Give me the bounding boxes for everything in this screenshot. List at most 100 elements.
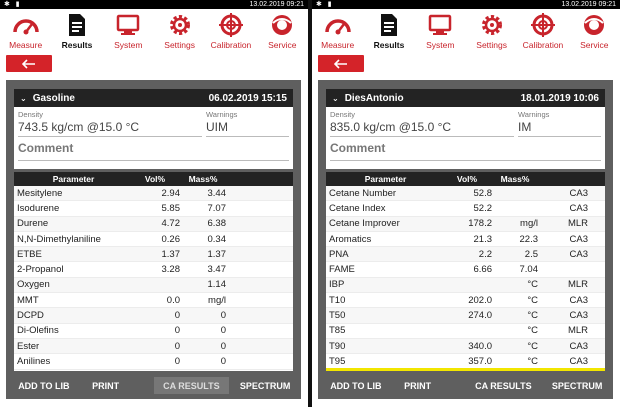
- sample-header[interactable]: ⌄ DiesAntonio 18.01.2019 10:06: [326, 89, 605, 107]
- nav-service[interactable]: Service: [257, 9, 308, 55]
- document-icon: [63, 12, 91, 38]
- nav-system[interactable]: System: [415, 9, 466, 55]
- status-bar: ✱ ▮ 13.02.2019 09:21: [0, 0, 308, 9]
- cell-method: CA3: [569, 202, 588, 214]
- status-icons: ✱ ▮: [4, 1, 22, 8]
- add-to-lib-button[interactable]: ADD TO LIB: [10, 377, 78, 394]
- nav-results[interactable]: Results: [51, 9, 102, 55]
- cell-mass: 0.34: [207, 233, 227, 245]
- table-row[interactable]: Ester 0 0: [14, 338, 293, 355]
- warnings-value: IM: [518, 120, 532, 134]
- table-row[interactable]: ETBE 1.37 1.37: [14, 247, 293, 263]
- cell-vol: 2.94: [161, 187, 181, 199]
- nav-label: Measure: [9, 40, 43, 50]
- warnings-value: UIM: [206, 120, 228, 134]
- ca-results-button[interactable]: CA RESULTS: [153, 377, 230, 394]
- ca-results-button[interactable]: CA RESULTS: [466, 377, 542, 394]
- table-row[interactable]: Oxygen 1.14: [14, 277, 293, 294]
- nav-label: Service: [268, 40, 297, 50]
- nav-settings[interactable]: Settings: [154, 9, 205, 55]
- cell-parameter: Cetane Improver: [329, 218, 400, 230]
- cell-parameter: FAME: [329, 264, 355, 276]
- table-row[interactable]: IBP °C MLR: [326, 277, 605, 294]
- col-mass: Mass%: [500, 174, 530, 184]
- table-row[interactable]: T85 °C MLR: [326, 324, 605, 339]
- table-row[interactable]: FAME 6.66 7.04: [326, 262, 605, 278]
- table-row[interactable]: Cetane Improver 178.2 mg/l MLR: [326, 216, 605, 232]
- nav-settings[interactable]: Settings: [466, 9, 517, 55]
- add-to-lib-button[interactable]: ADD TO LIB: [322, 377, 390, 394]
- back-button[interactable]: [318, 55, 364, 72]
- back-button[interactable]: [6, 55, 52, 72]
- cell-method: CA3: [569, 233, 588, 245]
- comment-field[interactable]: Comment: [330, 141, 601, 161]
- table-row[interactable]: T50 274.0 °C CA3: [326, 308, 605, 324]
- arrow-left-icon: [334, 58, 347, 69]
- cell-method: CA3: [569, 355, 588, 367]
- cell-mass: 0: [220, 310, 226, 322]
- cell-mass: 1.14: [207, 279, 227, 291]
- status-icons: ✱ ▮: [316, 1, 334, 8]
- nav-measure[interactable]: Measure: [312, 9, 363, 55]
- document-icon: [375, 12, 403, 38]
- table-header: Parameter Vol% Mass%: [326, 172, 605, 186]
- cell-method: CA3: [569, 294, 588, 306]
- table-row[interactable]: Cetane Index 52.2 CA3: [326, 201, 605, 217]
- status-bar: ✱ ▮ 13.02.2019 09:21: [312, 0, 620, 9]
- cell-parameter: Aromatics: [329, 233, 372, 245]
- warnings-label: Warnings: [206, 110, 238, 119]
- gear-icon: [478, 12, 506, 38]
- results-panel-left: ✱ ▮ 13.02.2019 09:21 Measure Results Sys…: [0, 0, 308, 407]
- spectrum-button[interactable]: SPECTRUM: [233, 377, 297, 394]
- cell-parameter: T85: [329, 325, 346, 337]
- cell-mass: mg/l: [520, 218, 538, 230]
- nav-measure[interactable]: Measure: [0, 9, 51, 55]
- sample-header[interactable]: ⌄ Gasoline 06.02.2019 15:15: [14, 89, 293, 107]
- table-row[interactable]: T10 202.0 °C CA3: [326, 293, 605, 309]
- parameter-table: Parameter Vol% Mass% Mesitylene 2.94 3.44 I…: [14, 172, 293, 371]
- nav-label: System: [114, 40, 143, 50]
- print-button[interactable]: PRINT: [394, 377, 442, 394]
- cell-mass: 22.3: [519, 233, 539, 245]
- table-row[interactable]: Durene 4.72 6.38: [14, 216, 293, 232]
- table-row[interactable]: N,N-Dimethylaniline 0.26 0.34: [14, 232, 293, 248]
- cell-method: CA3: [569, 310, 588, 322]
- cell-parameter: PNA: [329, 248, 349, 260]
- cell-parameter: Cetane Index: [329, 202, 386, 214]
- table-row[interactable]: MMT 0.0 mg/l: [14, 293, 293, 309]
- computer-icon: [114, 12, 142, 38]
- comment-field[interactable]: Comment: [18, 141, 289, 161]
- nav-service[interactable]: Service: [569, 9, 620, 55]
- table-row[interactable]: T90 340.0 °C CA3: [326, 338, 605, 355]
- cell-parameter: 2-Propanol: [17, 264, 64, 276]
- cell-vol: 3.28: [161, 264, 181, 276]
- crosshair-icon: [529, 12, 557, 38]
- cell-method: MLR: [567, 325, 588, 337]
- crosshair-icon: [217, 12, 245, 38]
- table-row[interactable]: PNA 2.2 2.5 CA3: [326, 247, 605, 263]
- sample-card: ⌄ Gasoline 06.02.2019 15:15 Density 743.…: [14, 89, 293, 169]
- table-row[interactable]: Di-Olefins 0 0: [14, 324, 293, 339]
- table-row[interactable]: Cetane Number 52.8 CA3: [326, 186, 605, 202]
- result-frame: ⌄ DiesAntonio 18.01.2019 10:06 Density 8…: [318, 80, 613, 399]
- cell-parameter: Durene: [17, 218, 49, 230]
- parameter-table: Parameter Vol% Mass% Cetane Number 52.8 CA…: [326, 172, 605, 371]
- spectrum-button[interactable]: SPECTRUM: [545, 377, 609, 394]
- cell-vol: 1.37: [161, 248, 181, 260]
- nav-system[interactable]: System: [103, 9, 154, 55]
- cell-mass: °C: [527, 325, 538, 337]
- table-row[interactable]: 2-Propanol 3.28 3.47: [14, 262, 293, 278]
- table-row[interactable]: Mesitylene 2.94 3.44: [14, 186, 293, 202]
- table-row[interactable]: DCPD 0 0: [14, 308, 293, 324]
- cell-vol: 52.2: [473, 202, 493, 214]
- nav-calibration[interactable]: Calibration: [517, 9, 568, 55]
- table-row[interactable]: Anilines 0 0: [14, 354, 293, 370]
- nav-results[interactable]: Results: [363, 9, 414, 55]
- sample-date: 18.01.2019 10:06: [520, 92, 599, 104]
- col-vol: Vol%: [144, 174, 166, 184]
- nav-calibration[interactable]: Calibration: [205, 9, 256, 55]
- print-button[interactable]: PRINT: [82, 377, 130, 394]
- table-row[interactable]: Aromatics 21.3 22.3 CA3: [326, 232, 605, 248]
- cell-parameter: DCPD: [17, 310, 44, 322]
- table-row[interactable]: Isodurene 5.85 7.07: [14, 201, 293, 217]
